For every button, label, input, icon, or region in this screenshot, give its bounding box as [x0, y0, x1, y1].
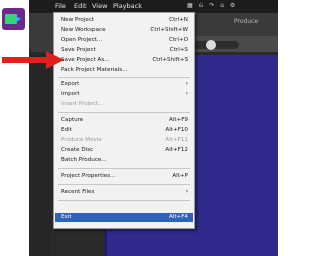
menu-item-capture[interactable]: Capture Alt+F9 — [55, 116, 193, 125]
menu-item-label: New Project — [61, 17, 95, 23]
menu-item-create-disc[interactable]: Create Disc Alt+F12 — [55, 146, 193, 155]
app-logo-icon — [2, 8, 25, 30]
menu-item-export[interactable]: Export › — [55, 80, 193, 89]
menu-item-open-project[interactable]: Open Project... Ctrl+O — [55, 36, 193, 45]
menu-item-shortcut: Alt+F10 — [165, 127, 188, 133]
menu-item-new-workspace[interactable]: New Workspace Ctrl+Shift+W — [55, 26, 193, 35]
menu-item-shortcut: Ctrl+Shift+W — [150, 27, 188, 33]
menu-item-produce-movie: Produce Movie Alt+F11 — [55, 136, 193, 145]
menu-item-save-project[interactable]: Save Project Ctrl+S — [55, 46, 193, 55]
menu-item-label: Exit — [61, 214, 72, 220]
menu-item-import[interactable]: Import › — [55, 90, 193, 99]
menu-item-shortcut: Alt+F12 — [165, 147, 188, 153]
menu-item-label: Project Properties... — [61, 173, 116, 179]
submenu-arrow-icon: › — [185, 188, 188, 195]
menu-item-label: Create Disc — [61, 147, 94, 153]
menu-item-label: Edit — [61, 127, 72, 133]
menu-item-shortcut: Alt+P — [172, 173, 188, 179]
submenu-arrow-icon: › — [185, 90, 188, 97]
produce-tab[interactable]: Produce — [234, 18, 258, 25]
menu-item-shortcut: Ctrl+N — [169, 17, 188, 23]
menu-item-label: Insert Project... — [61, 101, 104, 107]
toolbar-icons[interactable]: ▦ ⎌ ↷ ⌂ ⚙ — [187, 2, 237, 10]
menu-item-shortcut: Alt+F11 — [165, 137, 188, 143]
menu-item-label: Pack Project Materials... — [61, 67, 128, 73]
menu-item-label: Capture — [61, 117, 84, 123]
menu-item-label: Batch Produce... — [61, 157, 107, 163]
menu-item-insert-project: Insert Project... — [55, 100, 193, 109]
menu-item-project-properties[interactable]: Project Properties... Alt+P — [55, 172, 193, 181]
arrow-shape — [2, 51, 64, 69]
menu-playback[interactable]: Playback — [113, 2, 142, 10]
screenshot-canvas: File Edit View Playback ▦ ⎌ ↷ ⌂ ⚙ Produc… — [0, 0, 278, 256]
menu-item-exit[interactable]: Exit Alt+F4 — [55, 213, 193, 222]
menu-file[interactable]: File — [55, 2, 66, 10]
menu-item-new-project[interactable]: New Project Ctrl+N — [55, 16, 193, 25]
menu-item-label: Save Project — [61, 47, 96, 53]
menu-item-label: Open Project... — [61, 37, 103, 43]
menu-separator — [58, 184, 190, 185]
menu-item-shortcut: Ctrl+O — [168, 37, 188, 43]
file-menu-dropdown: New Project Ctrl+N New Workspace Ctrl+Sh… — [53, 12, 195, 229]
side-panel — [29, 55, 51, 256]
menu-item-edit[interactable]: Edit Alt+F10 — [55, 126, 193, 135]
menu-item-pack-project-materials[interactable]: Pack Project Materials... — [55, 66, 193, 75]
menu-item-label: Recent Files — [61, 189, 95, 195]
menu-item-recent-files[interactable]: Recent Files › — [55, 188, 193, 197]
menu-item-save-project-as[interactable]: Save Project As... Ctrl+Shift+S — [55, 56, 193, 65]
submenu-arrow-icon: › — [185, 80, 188, 87]
menu-separator — [58, 112, 190, 113]
menu-item-label: Produce Movie — [61, 137, 102, 143]
menu-item-shortcut: Alt+F9 — [168, 117, 188, 123]
menu-item-shortcut: Ctrl+Shift+S — [152, 57, 188, 63]
menu-separator — [58, 168, 190, 169]
menu-view[interactable]: View — [92, 2, 107, 10]
menu-item-batch-produce[interactable]: Batch Produce... — [55, 156, 193, 165]
menu-item-label: Save Project As... — [61, 57, 110, 63]
menu-item-shortcut: Alt+F4 — [168, 214, 188, 220]
menu-item-label: Import — [61, 91, 80, 97]
menu-item-label: New Workspace — [61, 27, 106, 33]
menu-separator — [58, 200, 190, 201]
menu-edit[interactable]: Edit — [74, 2, 87, 10]
menu-separator — [58, 77, 190, 78]
menu-item-label: Export — [61, 81, 80, 87]
camera-lens-icon — [16, 16, 21, 22]
red-pointer-arrow-icon — [2, 51, 64, 69]
zoom-slider-knob[interactable] — [206, 40, 216, 50]
menu-item-shortcut: Ctrl+S — [169, 47, 188, 53]
